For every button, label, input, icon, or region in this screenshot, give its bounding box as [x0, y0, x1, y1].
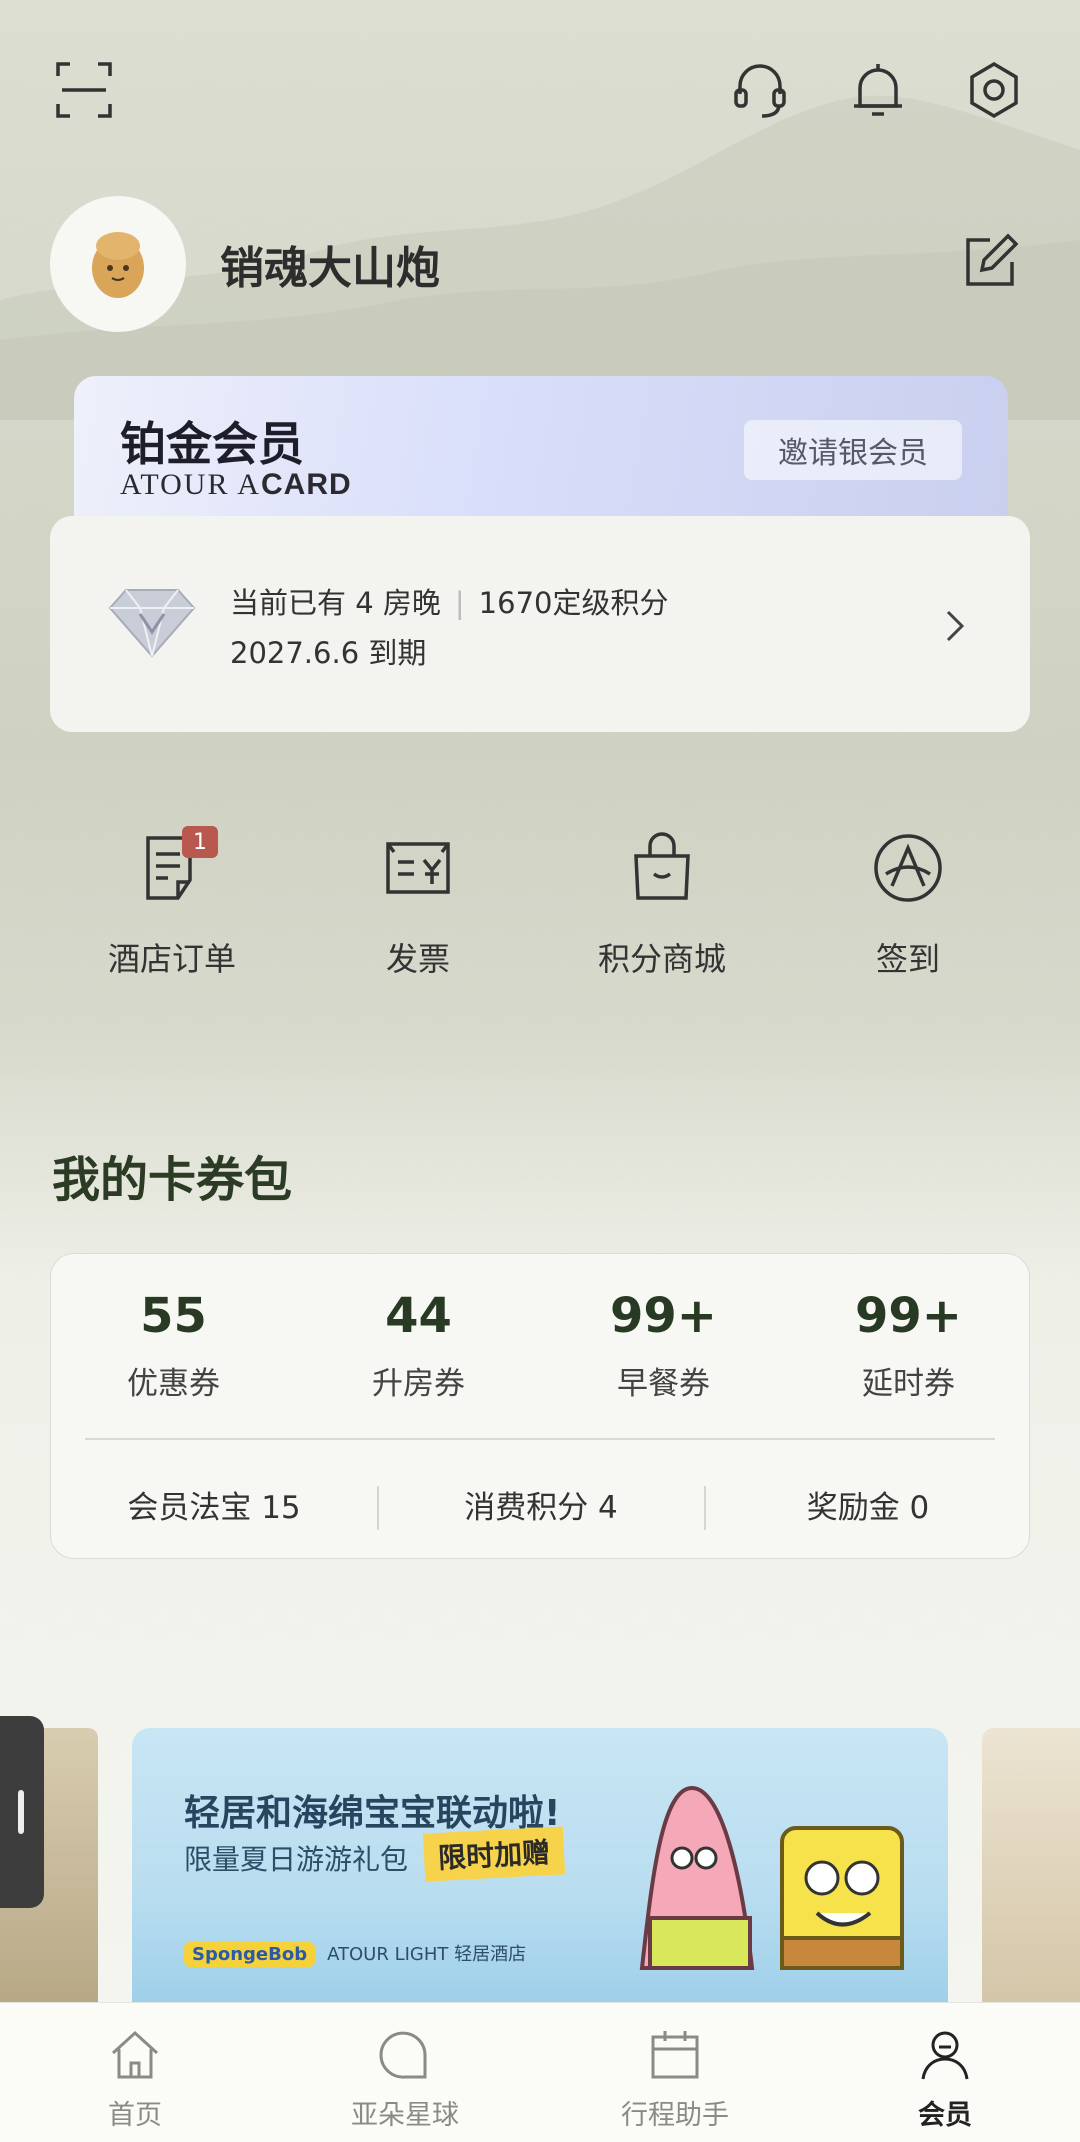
banner-title: 轻居和海绵宝宝联动啦!	[184, 1793, 561, 1834]
coupon-count: 99+	[854, 1288, 962, 1344]
bell-icon	[854, 64, 902, 116]
banner-next[interactable]	[982, 1728, 1080, 2002]
notification-button[interactable]	[840, 52, 916, 128]
coupon-label: 升房券	[372, 1366, 465, 1402]
settings-icon	[970, 61, 1018, 119]
divider	[85, 1438, 995, 1440]
banner-logo: SpongeBob ATOUR LIGHT 轻居酒店	[184, 1940, 526, 1967]
consumption-points[interactable]: 消费积分 4	[378, 1482, 704, 1527]
avatar[interactable]	[50, 196, 186, 332]
chevron-right-icon	[946, 610, 965, 642]
scan-icon	[56, 62, 112, 118]
room-nights: 当前已有 4 房晚	[230, 586, 441, 620]
coupon-breakfast[interactable]: 99+ 早餐券	[541, 1288, 786, 1403]
membership-info-card[interactable]: 当前已有 4 房晚 | 1670定级积分 2027.6.6 到期	[50, 516, 1030, 732]
quick-action-label: 酒店订单	[107, 940, 236, 978]
customer-service-icon	[734, 64, 786, 118]
order-badge: 1	[182, 826, 218, 858]
level-points: 1670定级积分	[478, 586, 669, 620]
spongebob-logo: SpongeBob	[184, 1942, 316, 1967]
tab-home[interactable]: 首页	[35, 2027, 235, 2132]
shopping-bag-icon	[634, 832, 690, 900]
banner-tag: 限时加赠	[422, 1826, 566, 1882]
customer-service-button[interactable]	[722, 52, 798, 128]
reward-money[interactable]: 奖励金 0	[705, 1482, 1031, 1527]
coupon-count: 44	[385, 1288, 452, 1344]
invite-member-button[interactable]: 邀请银会员	[744, 420, 962, 480]
membership-expiry: 2027.6.6 到期	[230, 636, 427, 670]
hotel-orders-button[interactable]: 1 酒店订单	[72, 826, 272, 1000]
wallet-section-title: 我的卡券包	[52, 1152, 293, 1208]
floating-handle[interactable]	[0, 1716, 44, 1908]
edit-icon	[966, 233, 1019, 286]
tab-member[interactable]: 会员	[845, 2027, 1045, 2132]
coupon-label: 早餐券	[617, 1366, 710, 1402]
tab-itinerary[interactable]: 行程助手	[575, 2027, 775, 2132]
tab-planet[interactable]: 亚朵星球	[305, 2027, 505, 2132]
coupon-late-checkout[interactable]: 99+ 延时券	[786, 1288, 1031, 1403]
invoice-button[interactable]: 发票	[318, 830, 518, 1000]
cartoon-characters-illustration	[639, 1785, 904, 1970]
settings-button[interactable]	[956, 52, 1032, 128]
membership-card[interactable]: 铂金会员 ATOUR ACARD 邀请银会员	[74, 376, 1008, 526]
promo-banner[interactable]: 轻居和海绵宝宝联动啦! 限量夏日游游礼包 限时加赠 SpongeBob ATOUR…	[132, 1728, 948, 2002]
points-mall-button[interactable]: 积分商城	[562, 830, 762, 1000]
quick-action-label: 发票	[385, 940, 450, 978]
avatar-image	[92, 232, 144, 298]
quick-action-label: 积分商城	[597, 940, 726, 978]
tab-label: 亚朵星球	[351, 2100, 459, 2131]
coupon-upgrade[interactable]: 44 升房券	[296, 1288, 541, 1403]
atour-light-logo: ATOUR LIGHT 轻居酒店	[327, 1944, 527, 1965]
tab-label: 行程助手	[621, 2100, 729, 2131]
diamond-icon	[108, 589, 196, 658]
scan-button[interactable]	[46, 52, 122, 128]
tab-label: 会员	[918, 2100, 972, 2131]
card-brand-logo: ATOUR ACARD	[120, 468, 352, 501]
calendar-icon	[651, 2031, 699, 2079]
edit-profile-button[interactable]	[960, 232, 1030, 302]
coupon-count: 99+	[609, 1288, 717, 1344]
coupon-count: 55	[140, 1288, 207, 1344]
coupon-discount[interactable]: 55 优惠券	[51, 1288, 296, 1403]
member-treasure[interactable]: 会员法宝 15	[51, 1482, 377, 1527]
tab-label: 首页	[108, 2100, 162, 2131]
coupon-label: 延时券	[862, 1366, 955, 1402]
coupon-label: 优惠券	[127, 1366, 220, 1402]
coupon-wallet: 55 优惠券 44 升房券 99+ 早餐券 99+ 延时券 会员法宝 15 消费…	[50, 1253, 1030, 1559]
invoice-icon	[386, 842, 450, 894]
quick-action-label: 签到	[875, 940, 940, 978]
separator: |	[454, 586, 465, 620]
mountain-background	[0, 95, 1080, 420]
membership-level: 铂金会员	[120, 417, 304, 471]
username: 销魂大山炮	[220, 243, 440, 294]
home-icon	[111, 2030, 159, 2079]
planet-icon	[379, 2031, 427, 2079]
bottom-tab-bar: 首页 亚朵星球 行程助手 会员	[0, 2002, 1080, 2142]
checkin-icon	[874, 834, 942, 902]
checkin-button[interactable]: 签到	[808, 830, 1008, 1000]
banner-subtitle: 限量夏日游游礼包	[184, 1843, 409, 1876]
member-icon	[921, 2031, 969, 2080]
membership-stats: 当前已有 4 房晚 | 1670定级积分	[230, 580, 668, 622]
